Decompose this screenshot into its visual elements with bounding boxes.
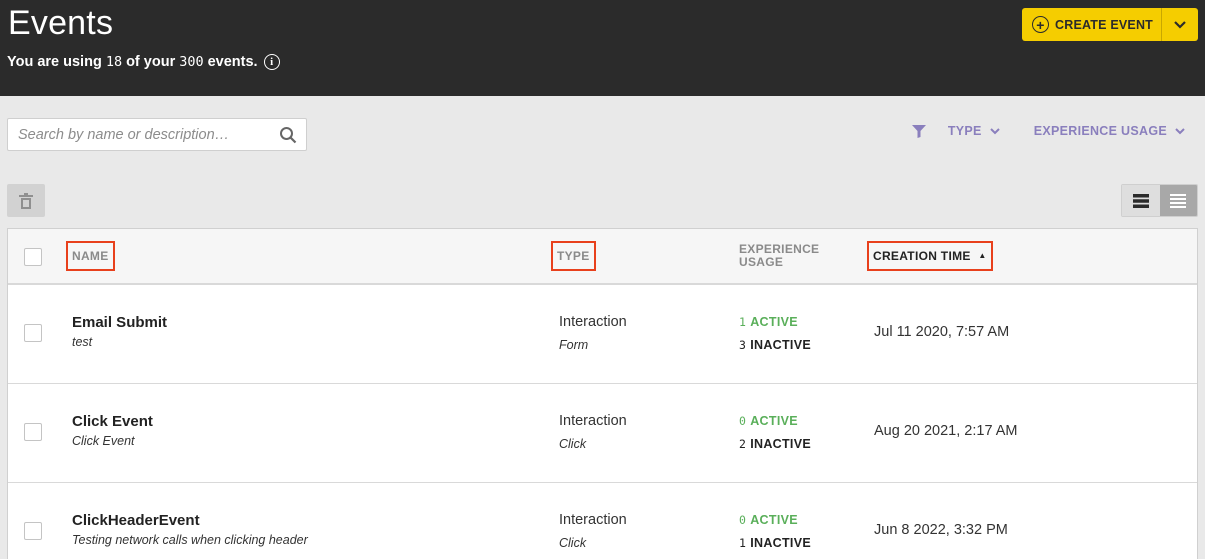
info-circle-icon[interactable]: i [263, 54, 280, 70]
event-name[interactable]: Click Event [72, 413, 153, 430]
event-name[interactable]: ClickHeaderEvent [72, 512, 200, 529]
create-event-button[interactable]: + CREATE EVENT [1022, 8, 1161, 41]
magnifier-icon[interactable] [270, 126, 306, 144]
trash-icon [19, 192, 33, 209]
usage-used-count: 18 [105, 54, 123, 70]
event-type: Interaction [559, 413, 627, 429]
experience-usage-filter-label: EXPERIENCE USAGE [1033, 124, 1167, 138]
event-subtype: Click [559, 536, 587, 550]
active-label: ACTIVE [750, 513, 798, 527]
creation-time: Jul 11 2020, 7:57 AM [874, 324, 1010, 340]
row-checkbox[interactable] [24, 324, 42, 342]
expanded-view-button[interactable] [1122, 185, 1160, 216]
usage-middle: of your [126, 54, 176, 70]
active-count: 0 [739, 414, 747, 428]
events-table: NAME TYPE EXPERIENCE USAGE CREATION TIME… [7, 228, 1198, 559]
creation-time: Jun 8 2022, 3:32 PM [874, 522, 1008, 538]
column-header-creation-time[interactable]: CREATION TIME ▲ [867, 241, 993, 271]
table-row[interactable]: Email Submit test Interaction Form 1 ACTI… [8, 285, 1197, 384]
inactive-usage[interactable]: 1 INACTIVE [739, 536, 811, 550]
create-event-label: CREATE EVENT [1055, 17, 1154, 32]
active-usage[interactable]: 0 ACTIVE [739, 414, 798, 428]
inactive-usage[interactable]: 2 INACTIVE [739, 437, 811, 451]
inactive-label: INACTIVE [750, 338, 811, 352]
table-row[interactable]: ClickHeaderEvent Testing network calls w… [8, 483, 1197, 559]
compact-view-button[interactable] [1159, 185, 1197, 216]
usage-total-count: 300 [179, 54, 204, 70]
column-header-name[interactable]: NAME [66, 241, 115, 271]
type-filter-label: TYPE [947, 124, 982, 138]
inactive-usage[interactable]: 3 INACTIVE [739, 338, 811, 352]
active-label: ACTIVE [750, 315, 798, 329]
top-bar: Events You are using 18 of your 300 even… [0, 0, 1205, 96]
chevron-down-icon [989, 127, 1000, 135]
creation-time: Aug 20 2021, 2:17 AM [874, 423, 1018, 439]
table-header: NAME TYPE EXPERIENCE USAGE CREATION TIME… [8, 229, 1197, 285]
usage-suffix: events. [207, 54, 258, 70]
create-event-menu-button[interactable] [1161, 8, 1198, 41]
chevron-down-icon [1174, 20, 1186, 29]
event-description: Click Event [72, 434, 135, 448]
active-usage[interactable]: 1 ACTIVE [739, 315, 798, 329]
select-all-checkbox[interactable] [24, 248, 42, 266]
event-type: Interaction [559, 512, 627, 528]
event-subtype: Form [559, 338, 589, 352]
inactive-label: INACTIVE [750, 536, 811, 550]
event-type: Interaction [559, 314, 627, 330]
search-input[interactable] [8, 126, 270, 143]
creation-time-label: CREATION TIME [873, 249, 971, 263]
event-name[interactable]: Email Submit [72, 314, 167, 331]
row-checkbox[interactable] [24, 423, 42, 441]
inactive-label: INACTIVE [750, 437, 811, 451]
page-title: Events [8, 4, 114, 42]
active-count: 0 [739, 513, 747, 527]
event-subtype: Click [559, 437, 587, 451]
chevron-down-icon [1175, 127, 1185, 135]
filter-bar: TYPE EXPERIENCE USAGE [911, 124, 1185, 138]
inactive-count: 3 [739, 338, 747, 352]
row-checkbox[interactable] [24, 522, 42, 540]
event-description: Testing network calls when clicking head… [72, 533, 308, 547]
inactive-count: 1 [739, 536, 747, 550]
experience-usage-filter-dropdown[interactable]: EXPERIENCE USAGE [1034, 124, 1185, 138]
usage-prefix: You are using [7, 54, 102, 70]
usage-summary: You are using 18 of your 300 events. i [7, 54, 280, 70]
table-row[interactable]: Click Event Click Event Interaction Clic… [8, 384, 1197, 483]
sort-ascending-icon: ▲ [978, 251, 987, 260]
expanded-list-icon [1132, 193, 1149, 208]
column-header-type[interactable]: TYPE [551, 241, 596, 271]
active-usage[interactable]: 0 ACTIVE [739, 513, 798, 527]
view-mode-toggle [1121, 184, 1198, 217]
event-description: test [72, 335, 93, 349]
delete-button[interactable] [7, 184, 45, 217]
funnel-icon [911, 124, 926, 138]
column-header-usage-line2: USAGE [739, 255, 784, 269]
type-filter-dropdown[interactable]: TYPE [948, 124, 1000, 138]
column-header-experience-usage[interactable]: EXPERIENCE USAGE [739, 243, 819, 269]
active-count: 1 [739, 315, 747, 329]
plus-circle-icon: + [1032, 16, 1049, 33]
active-label: ACTIVE [750, 414, 798, 428]
search-box [7, 118, 307, 151]
compact-list-icon [1170, 193, 1187, 208]
create-event-split-button: + CREATE EVENT [1022, 8, 1198, 41]
inactive-count: 2 [739, 437, 747, 451]
